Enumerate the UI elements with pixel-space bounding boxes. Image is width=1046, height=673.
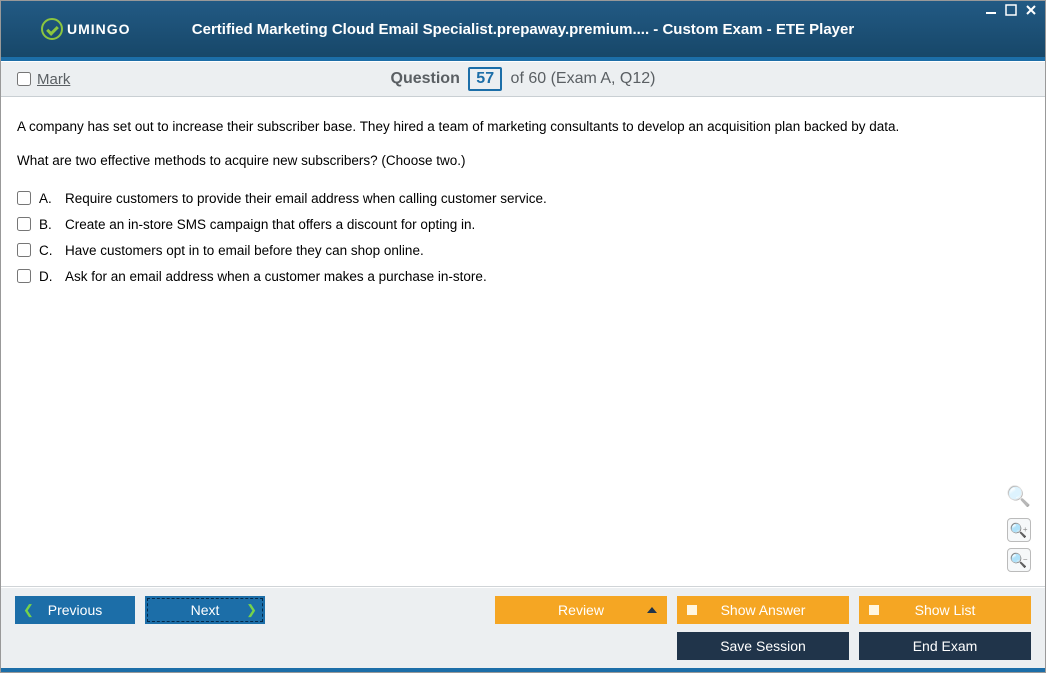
chevron-right-icon: ❯: [246, 602, 257, 618]
zoom-in-icon[interactable]: 🔍+: [1007, 518, 1031, 542]
window-title: Certified Marketing Cloud Email Speciali…: [1, 21, 1045, 38]
question-body: A company has set out to increase their …: [1, 97, 1045, 587]
button-label: Show List: [915, 602, 976, 618]
close-icon[interactable]: [1023, 3, 1039, 17]
stem-paragraph: A company has set out to increase their …: [17, 117, 1029, 137]
titlebar: UMINGO Certified Marketing Cloud Email S…: [1, 1, 1045, 57]
answer-letter: A.: [39, 189, 57, 209]
chevron-left-icon: ❮: [23, 602, 34, 618]
bottom-accent-bar: [1, 668, 1045, 672]
square-icon: [687, 605, 697, 615]
footer-row-1: ❮ Previous Next ❯ Review Show Answer Sho…: [15, 596, 1031, 624]
button-label: Show Answer: [721, 602, 806, 618]
app-window: UMINGO Certified Marketing Cloud Email S…: [0, 0, 1046, 673]
zoom-out-icon[interactable]: 🔍−: [1007, 548, 1031, 572]
show-list-button[interactable]: Show List: [859, 596, 1031, 624]
answer-option[interactable]: C. Have customers opt in to email before…: [17, 238, 1029, 264]
answer-text: Ask for an email address when a customer…: [65, 267, 487, 287]
answer-letter: C.: [39, 241, 57, 261]
button-label: Review: [558, 602, 604, 618]
window-controls: [983, 3, 1039, 17]
button-label: Save Session: [720, 638, 806, 654]
review-button[interactable]: Review: [495, 596, 667, 624]
end-exam-button[interactable]: End Exam: [859, 632, 1031, 660]
previous-button[interactable]: ❮ Previous: [15, 596, 135, 624]
button-label: End Exam: [913, 638, 978, 654]
answer-checkbox[interactable]: [17, 191, 31, 205]
triangle-up-icon: [647, 607, 657, 613]
footer: ❮ Previous Next ❯ Review Show Answer Sho…: [1, 587, 1045, 668]
zoom-tools: 🔍 🔍+ 🔍−: [1006, 482, 1031, 572]
save-session-button[interactable]: Save Session: [677, 632, 849, 660]
answer-option[interactable]: A. Require customers to provide their em…: [17, 186, 1029, 212]
answer-checkbox[interactable]: [17, 217, 31, 231]
question-of: of 60 (Exam A, Q12): [511, 70, 656, 87]
stem-paragraph: What are two effective methods to acquir…: [17, 151, 1029, 171]
button-label: Next: [191, 602, 220, 618]
answer-text: Require customers to provide their email…: [65, 189, 547, 209]
answer-text: Have customers opt in to email before th…: [65, 241, 424, 261]
show-answer-button[interactable]: Show Answer: [677, 596, 849, 624]
answers-list: A. Require customers to provide their em…: [17, 186, 1029, 291]
answer-checkbox[interactable]: [17, 269, 31, 283]
answer-option[interactable]: D. Ask for an email address when a custo…: [17, 264, 1029, 290]
question-counter: Question 57 of 60 (Exam A, Q12): [1, 67, 1045, 91]
next-button[interactable]: Next ❯: [145, 596, 265, 624]
minimize-icon[interactable]: [983, 3, 999, 17]
question-word: Question: [391, 70, 460, 87]
square-icon: [869, 605, 879, 615]
question-bar: Mark Question 57 of 60 (Exam A, Q12): [1, 61, 1045, 97]
answer-option[interactable]: B. Create an in-store SMS campaign that …: [17, 212, 1029, 238]
answer-checkbox[interactable]: [17, 243, 31, 257]
answer-letter: B.: [39, 215, 57, 235]
search-icon[interactable]: 🔍: [1006, 482, 1031, 512]
footer-row-2: Save Session End Exam: [15, 632, 1031, 660]
question-stem: A company has set out to increase their …: [17, 117, 1029, 172]
answer-letter: D.: [39, 267, 57, 287]
maximize-icon[interactable]: [1003, 3, 1019, 17]
button-label: Previous: [48, 602, 102, 618]
answer-text: Create an in-store SMS campaign that off…: [65, 215, 475, 235]
question-number: 57: [468, 67, 502, 91]
